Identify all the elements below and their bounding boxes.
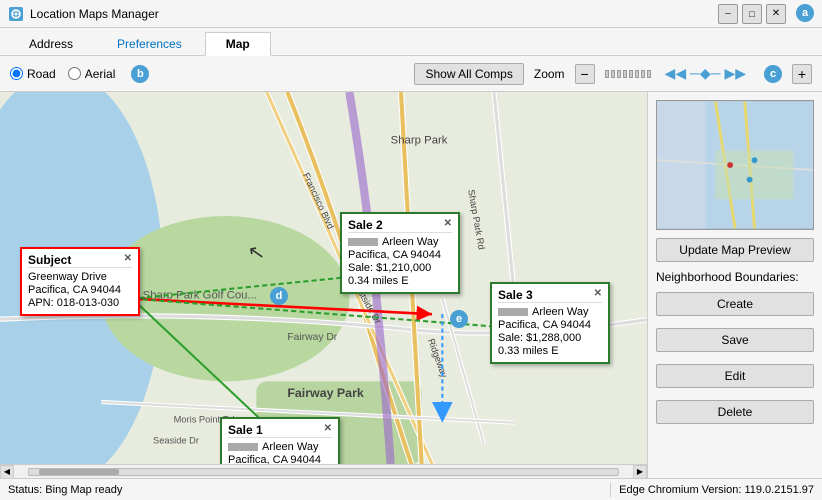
- save-button[interactable]: Save: [656, 328, 814, 352]
- preview-map-image: [657, 101, 813, 229]
- main-content: Sharp Park Fairway Park Sharp Park Golf …: [0, 92, 822, 478]
- minimize-button[interactable]: ─: [718, 4, 738, 24]
- statusbar: Status: Bing Map ready Edge Chromium Ver…: [0, 478, 822, 500]
- b-badge: b: [131, 65, 149, 83]
- toolbar: Road Aerial b Show All Comps Zoom − ◀◀ ─…: [0, 56, 822, 92]
- create-button[interactable]: Create: [656, 292, 814, 316]
- tab-bar: Address Preferences Map: [0, 28, 822, 56]
- zoom-tick: [647, 70, 651, 78]
- window-title: Location Maps Manager: [30, 7, 159, 21]
- radio-road-input[interactable]: [10, 67, 23, 80]
- sale3-card: Sale 3 ✕ Arleen Way Pacifica, CA 94044 S…: [490, 282, 610, 364]
- map-type-radio-group: Road Aerial b: [10, 65, 149, 83]
- close-button[interactable]: ✕: [766, 4, 786, 24]
- tab-map[interactable]: Map: [205, 32, 271, 56]
- radio-road[interactable]: Road: [10, 67, 56, 81]
- zoom-tick: [635, 70, 639, 78]
- sale1-card-close[interactable]: ✕: [324, 423, 332, 437]
- tab-preferences[interactable]: Preferences: [96, 32, 203, 56]
- restore-button[interactable]: □: [742, 4, 762, 24]
- svg-text:Fairway Dr: Fairway Dr: [287, 332, 337, 343]
- zoom-tick: [641, 70, 645, 78]
- scroll-left-arrow[interactable]: ◀: [0, 465, 14, 479]
- zoom-tick: [617, 70, 621, 78]
- svg-text:Seaside Dr: Seaside Dr: [153, 435, 199, 445]
- d-badge: d: [270, 287, 288, 305]
- c-badge: c: [764, 65, 782, 83]
- status-right: Edge Chromium Version: 119.0.2151.97: [619, 484, 814, 496]
- zoom-plus-button[interactable]: +: [792, 64, 812, 84]
- zoom-tick: [605, 70, 609, 78]
- zoom-tick: [611, 70, 615, 78]
- subject-card-close[interactable]: ✕: [124, 253, 132, 267]
- zoom-minus-button[interactable]: −: [575, 64, 595, 84]
- svg-text:Sharp Park: Sharp Park: [391, 135, 448, 147]
- right-panel: Update Map Preview Neighborhood Boundari…: [647, 92, 822, 478]
- svg-text:Fairway Park: Fairway Park: [287, 386, 364, 400]
- scroll-thumb[interactable]: [39, 469, 119, 475]
- zoom-tick: [629, 70, 633, 78]
- zoom-arrows: ◀◀ ─◆─ ▶▶: [665, 65, 746, 82]
- neighborhood-label: Neighborhood Boundaries:: [656, 270, 814, 284]
- e-badge: e: [450, 310, 468, 328]
- show-comps-button[interactable]: Show All Comps: [414, 63, 523, 85]
- zoom-label: Zoom: [534, 67, 565, 81]
- app-icon: [8, 6, 24, 22]
- subject-card: Subject ✕ Greenway Drive Pacifica, CA 94…: [20, 247, 140, 316]
- scroll-right-arrow[interactable]: ▶: [633, 465, 647, 479]
- map-scrollbar[interactable]: ◀ ▶: [0, 464, 647, 478]
- radio-aerial[interactable]: Aerial: [68, 67, 116, 81]
- sale3-card-close[interactable]: ✕: [594, 288, 602, 302]
- map-preview: [656, 100, 814, 230]
- a-badge: a: [796, 4, 814, 22]
- map-area[interactable]: Sharp Park Fairway Park Sharp Park Golf …: [0, 92, 647, 478]
- radio-aerial-input[interactable]: [68, 67, 81, 80]
- status-left: Status: Bing Map ready: [8, 484, 602, 496]
- edit-button[interactable]: Edit: [656, 364, 814, 388]
- zoom-slider[interactable]: [605, 70, 651, 78]
- zoom-tick: [623, 70, 627, 78]
- title-bar: Location Maps Manager ─ □ ✕ a: [0, 0, 822, 28]
- status-divider: [610, 483, 611, 497]
- delete-button[interactable]: Delete: [656, 400, 814, 424]
- sale2-card: Sale 2 ✕ Arleen Way Pacifica, CA 94044 S…: [340, 212, 460, 294]
- tab-address[interactable]: Address: [8, 32, 94, 56]
- scroll-track[interactable]: [28, 468, 619, 476]
- update-map-preview-button[interactable]: Update Map Preview: [656, 238, 814, 262]
- sale2-card-close[interactable]: ✕: [444, 218, 452, 232]
